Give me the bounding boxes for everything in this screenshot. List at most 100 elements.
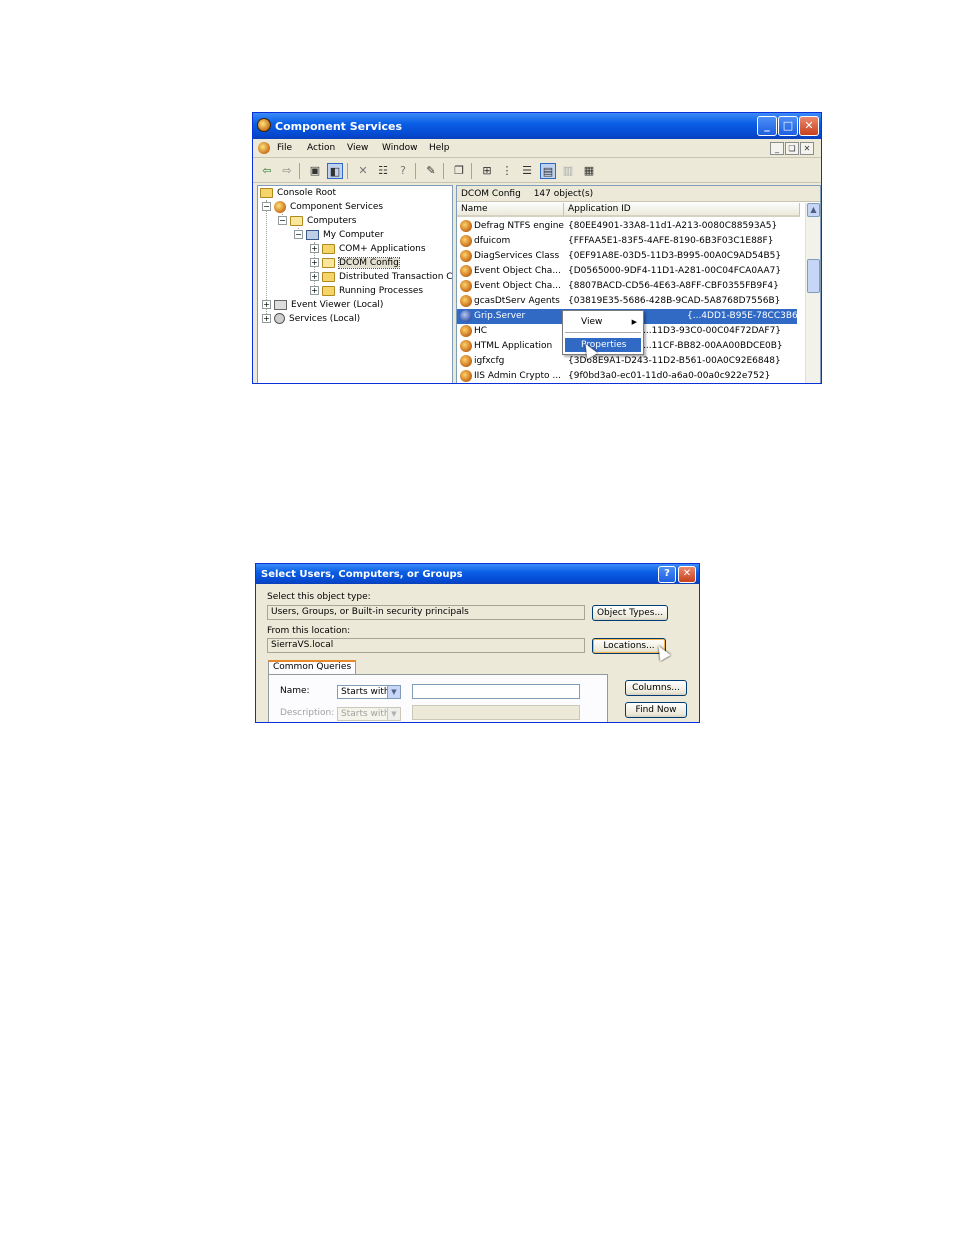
tree-item-dcom-config[interactable]: + DCOM Config	[310, 256, 400, 270]
list-icon[interactable]: ☰	[519, 163, 535, 179]
folder-icon	[322, 257, 335, 268]
delete-icon[interactable]: ✕	[355, 163, 371, 179]
tree-item-my-computer[interactable]: − My Computer	[294, 228, 384, 242]
object-types-button[interactable]: Object Types...	[592, 605, 668, 621]
expand-icon[interactable]: +	[310, 272, 319, 281]
close-button[interactable]: ✕	[799, 116, 819, 136]
folder-icon	[260, 187, 273, 198]
expand-icon[interactable]: +	[310, 258, 319, 267]
chevron-down-icon[interactable]: ▼	[387, 686, 400, 698]
context-menu-properties[interactable]: Properties	[565, 338, 641, 352]
event-viewer-icon	[274, 299, 287, 310]
menu-file[interactable]: File	[277, 143, 292, 153]
large-icons-icon[interactable]: ⊞	[479, 163, 495, 179]
detail-icon[interactable]: ▤	[540, 163, 556, 179]
context-menu-view[interactable]: View ▶	[565, 315, 641, 329]
menu-action[interactable]: Action	[307, 143, 335, 153]
list-row[interactable]: DiagServices Class {0EF91A8E-03D5-11D3-B9…	[457, 249, 797, 264]
dcom-app-icon	[460, 295, 472, 307]
tree-item-services[interactable]: + Services (Local)	[262, 312, 360, 326]
dcom-app-icon	[460, 220, 472, 232]
mdi-minimize-button[interactable]: _	[770, 142, 784, 155]
collapse-icon[interactable]: −	[278, 216, 287, 225]
window-title: Component Services	[275, 120, 403, 133]
toolbar: ⇦ ⇨ ▣ ◧ ✕ ☷ ? ✎ ❐ ⊞ ⋮ ☰ ▤ ▥ ▦	[253, 159, 821, 183]
expand-icon[interactable]: +	[310, 286, 319, 295]
list-row[interactable]: igfxcfg {3D68E9A1-D243-11D2-B561-00A0C92E…	[457, 354, 797, 369]
expand-icon[interactable]: +	[310, 244, 319, 253]
dcom-app-icon	[460, 355, 472, 367]
dcom-app-icon	[460, 280, 472, 292]
name-input[interactable]	[412, 684, 580, 699]
description-label: Description:	[280, 708, 335, 718]
help-icon[interactable]: ?	[395, 163, 411, 179]
maximize-button[interactable]: □	[778, 116, 798, 136]
location-field: SierraVS.local	[267, 638, 585, 653]
minimize-button[interactable]: _	[757, 116, 777, 136]
menu-help[interactable]: Help	[429, 143, 450, 153]
columns-button[interactable]: Columns...	[625, 680, 687, 696]
list-row[interactable]: gcasDtServ Agents {03819E35-5686-428B-9CA…	[457, 294, 797, 309]
dcom-app-icon	[460, 370, 472, 382]
computer-icon[interactable]: ▦	[581, 163, 597, 179]
expand-icon[interactable]: +	[262, 300, 271, 309]
dialog-close-button[interactable]: ✕	[678, 566, 696, 583]
dcom-app-icon	[460, 265, 472, 277]
object-type-label: Select this object type:	[267, 592, 371, 602]
tree-item-component-services[interactable]: − Component Services	[262, 200, 383, 214]
name-label: Name:	[280, 686, 310, 696]
list-row[interactable]: Event Object Cha... {8807BACD-CD56-4E63-A…	[457, 279, 797, 294]
tab-common-queries[interactable]: Common Queries	[268, 660, 357, 674]
forward-icon[interactable]: ⇨	[279, 163, 295, 179]
mdi-close-button[interactable]: ✕	[800, 142, 814, 155]
mdi-restore-button[interactable]: ❏	[785, 142, 799, 155]
show-hide-tree-icon[interactable]: ◧	[327, 163, 343, 179]
name-mode-select[interactable]: Starts with ▼	[337, 685, 401, 699]
console-tree: Console Root − Component Services − Comput…	[257, 185, 453, 383]
find-now-button[interactable]: Find Now	[625, 702, 687, 718]
menu-window[interactable]: Window	[382, 143, 418, 153]
small-icons-icon[interactable]: ⋮	[499, 163, 515, 179]
tree-item-distributed-transaction[interactable]: + Distributed Transaction C	[310, 270, 452, 284]
list-scrollbar[interactable]: ▲	[805, 203, 820, 383]
tree-item-event-viewer[interactable]: + Event Viewer (Local)	[262, 298, 383, 312]
scroll-up-icon[interactable]: ▲	[807, 203, 820, 217]
menu-view[interactable]: View	[347, 143, 368, 153]
help-button[interactable]: ?	[658, 566, 676, 583]
description-input	[412, 705, 580, 720]
up-folder-icon[interactable]: ▣	[307, 163, 323, 179]
computer-icon	[306, 229, 319, 240]
properties-icon[interactable]: ☷	[375, 163, 391, 179]
dialog-title-bar[interactable]: Select Users, Computers, or Groups ? ✕	[256, 564, 699, 584]
new-window-icon[interactable]: ❐	[451, 163, 467, 179]
title-bar[interactable]: Component Services _ □ ✕	[253, 113, 821, 139]
tree-item-com-applications[interactable]: + COM+ Applications	[310, 242, 426, 256]
list-row[interactable]: IIS Admin Crypto ... {9f0bd3a0-ec01-11d0-…	[457, 369, 797, 383]
dcom-app-icon	[460, 310, 472, 322]
list-row[interactable]: Defrag NTFS engine {80EE4901-33A8-11d1-A2…	[457, 219, 797, 234]
collapse-icon[interactable]: −	[262, 202, 271, 211]
component-services-window: Component Services _ □ ✕ File Action Vie…	[252, 112, 822, 384]
dcom-app-icon	[460, 250, 472, 262]
list-row[interactable]: Event Object Cha... {D0565000-9DF4-11D1-A…	[457, 264, 797, 279]
dialog-title: Select Users, Computers, or Groups	[261, 569, 463, 580]
tree-item-computers[interactable]: − Computers	[278, 214, 356, 228]
collapse-icon[interactable]: −	[294, 230, 303, 239]
component-services-app-icon	[257, 118, 271, 132]
tree-item-running-processes[interactable]: + Running Processes	[310, 284, 423, 298]
export-list-icon[interactable]: ✎	[423, 163, 439, 179]
object-count: 147 object(s)	[533, 189, 594, 199]
component-services-icon	[274, 200, 286, 213]
column-header-name[interactable]: Name	[457, 203, 564, 217]
list-row[interactable]: dfuicom {FFFAA5E1-83F5-4AFE-8190-6B3F03C1…	[457, 234, 797, 249]
chevron-down-icon: ▼	[387, 708, 400, 720]
tree-item-console-root[interactable]: Console Root	[260, 186, 336, 200]
column-header-application-id[interactable]: Application ID	[564, 203, 800, 217]
scroll-thumb[interactable]	[807, 259, 820, 293]
object-type-field: Users, Groups, or Built-in security prin…	[267, 605, 585, 620]
back-icon[interactable]: ⇦	[259, 163, 275, 179]
dcom-app-icon	[460, 340, 472, 352]
services-gear-icon	[274, 313, 285, 324]
document-menu-icon[interactable]	[258, 142, 270, 154]
expand-icon[interactable]: +	[262, 314, 271, 323]
